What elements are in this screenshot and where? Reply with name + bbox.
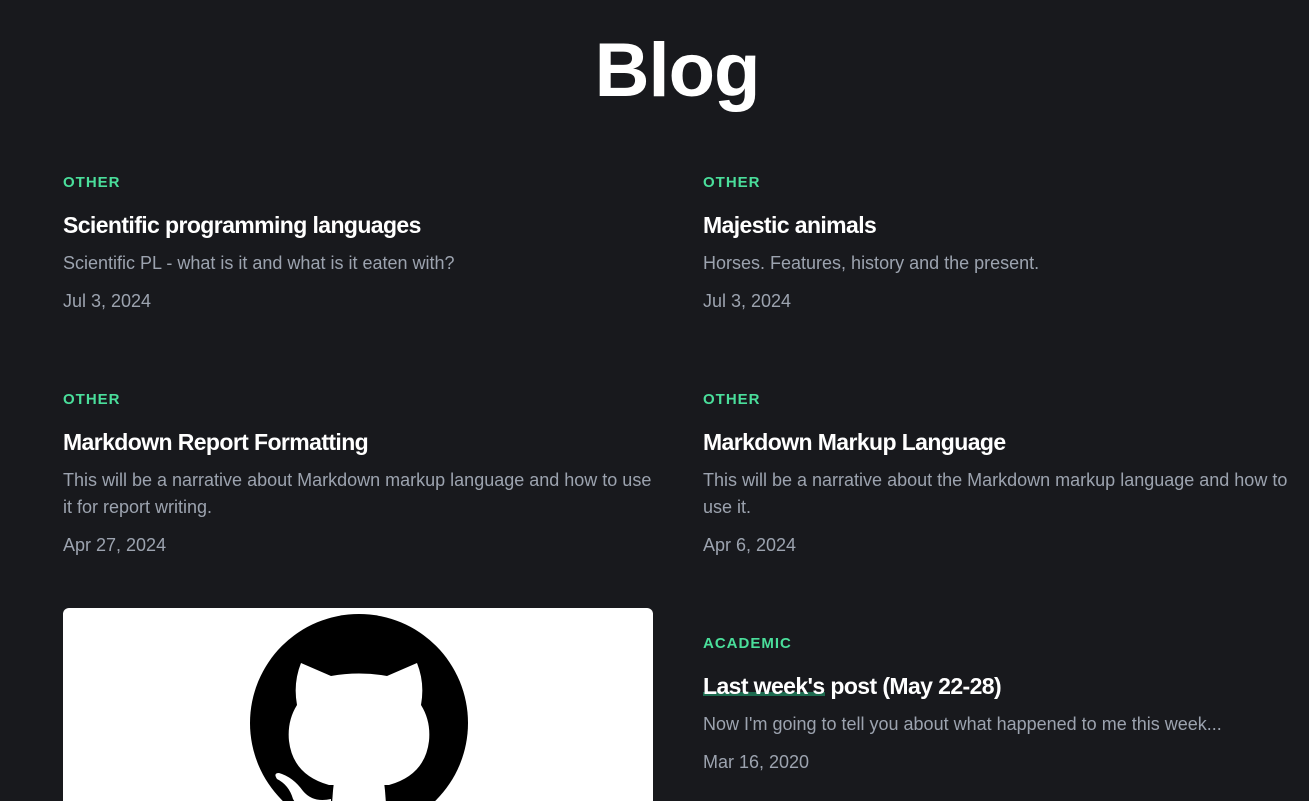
post-title[interactable]: Markdown Report Formatting	[63, 428, 653, 456]
post-description: This will be a narrative about the Markd…	[703, 470, 1288, 517]
post-description: Scientific PL - what is it and what is i…	[63, 253, 455, 273]
post-date: Apr 27, 2024	[63, 535, 167, 555]
post-title[interactable]: Last week's post (May 22-28)	[703, 672, 1293, 700]
post-title[interactable]: Scientific programming languages	[63, 211, 653, 239]
page-title: Blog	[594, 28, 761, 113]
post-date: Jul 3, 2024	[703, 291, 792, 311]
post-card[interactable]: OTHER Majestic animals Horses. Features,…	[703, 174, 1293, 313]
post-date: Jul 3, 2024	[63, 291, 152, 311]
post-card[interactable]: OTHER Markdown Markup Language This will…	[703, 391, 1293, 557]
post-card[interactable]: OTHER Scientific programming languages S…	[63, 174, 653, 313]
post-description: This will be a narrative about Markdown …	[63, 470, 652, 517]
github-icon	[250, 614, 468, 801]
post-date: Mar 16, 2020	[703, 752, 810, 772]
post-title[interactable]: Majestic animals	[703, 211, 1293, 239]
post-image-card[interactable]	[63, 608, 653, 801]
post-card[interactable]: ACADEMIC Last week's post (May 22-28) No…	[703, 635, 1293, 774]
blog-page: Blog OTHER Scientific programming langua…	[0, 0, 1309, 801]
post-category[interactable]: OTHER	[63, 391, 653, 409]
post-card[interactable]: OTHER Markdown Report Formatting This wi…	[63, 391, 653, 557]
post-category[interactable]: OTHER	[63, 174, 653, 192]
post-date: Apr 6, 2024	[703, 535, 797, 555]
post-title-rest: post (May 22-28)	[824, 673, 1002, 699]
post-title[interactable]: Markdown Markup Language	[703, 428, 1293, 456]
post-category[interactable]: OTHER	[703, 391, 1293, 409]
post-category[interactable]: ACADEMIC	[703, 635, 1293, 653]
post-description: Horses. Features, history and the presen…	[703, 253, 1040, 273]
post-description: Now I'm going to tell you about what hap…	[703, 714, 1222, 734]
post-title-highlight: Last week's	[703, 673, 825, 699]
post-category[interactable]: OTHER	[703, 174, 1293, 192]
